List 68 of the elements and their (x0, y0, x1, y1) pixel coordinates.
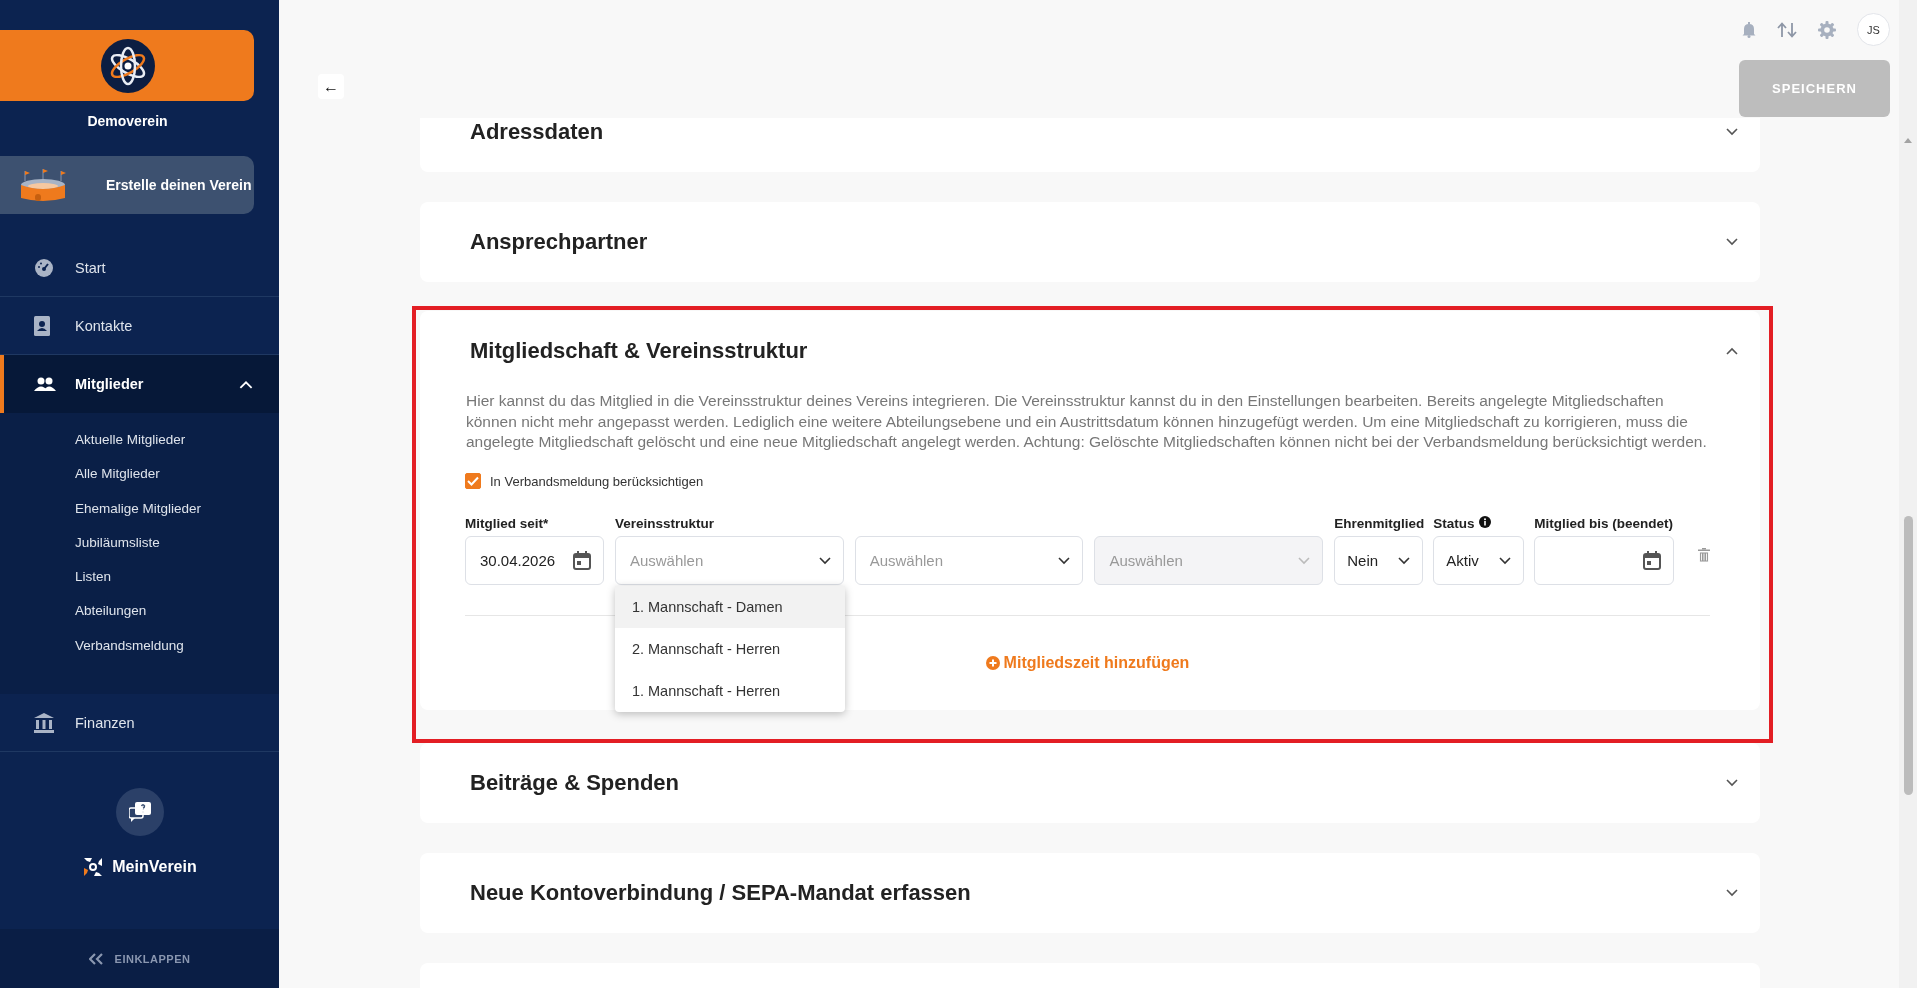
nav-item[interactable]: Start (0, 239, 279, 297)
date-field[interactable]: 30.04.2026 (465, 536, 604, 586)
nav-item[interactable]: Finanzen (0, 694, 279, 753)
chevron-icon (1726, 347, 1738, 355)
nav-subitem[interactable]: Jubiläumsliste (0, 525, 279, 561)
description-text: Hier kannst du das Mitglied in die Vereinsstruktur deines Vereins integrieren. Die Vereinsstruktur kannst du in den Einstellungen bearbeiten. Bereits angelegte Mitgliedschaften können nicht mehr angepasst werden. Lediglich eine weitere Abteilungsebene und ein Austrittsdatum können hinzugefügt werden. Um eine Mitgliedschaft zu korrigieren, muss die angelegte Mitgliedschaft gelöscht und eine neue Mitgliedschaft angelegt werden. Achtung: Gelöschte Mitgliedschaften können nicht bei der Verbandsmeldung berücksichtigt werden. (466, 391, 1708, 453)
brand-logo-icon (82, 856, 105, 879)
chevron-icon (1726, 128, 1738, 136)
nav-subitem[interactable]: Abteilungen (0, 594, 279, 629)
contact-card-icon (34, 315, 50, 336)
create-club-button[interactable]: Erstelle deinen Verein (0, 156, 254, 214)
section-title[interactable]: Beiträge & Spenden (470, 770, 680, 797)
section-title[interactable]: Mitgliedschaft & Vereinsstruktur (470, 338, 808, 364)
stadium-icon (20, 167, 66, 203)
select-field[interactable]: Nein (1334, 536, 1424, 586)
field-label: Mitglied bis (beendet) (1534, 516, 1673, 532)
section-title[interactable]: Neue Kontoverbindung / SEPA-Mandat erfassen (470, 880, 971, 907)
chevron-icon (1058, 556, 1071, 565)
chevron-icon (1499, 556, 1512, 565)
gauge-icon (34, 257, 54, 278)
select-field[interactable]: Aktiv (1433, 536, 1525, 586)
chevron-icon (239, 379, 253, 389)
double-chevron-icon (88, 952, 103, 965)
chevron-icon (818, 556, 831, 565)
people-icon (34, 377, 56, 391)
sort-arrows-icon[interactable] (1777, 21, 1797, 38)
field-label: Vereinsstruktur (614, 516, 714, 532)
dropdown-option[interactable]: 1. Mannschaft - Damen (614, 586, 845, 629)
chevron-icon (1398, 556, 1411, 565)
nav-subitem[interactable]: Alle Mitglieder (0, 457, 279, 492)
scroll-up-icon[interactable] (1904, 138, 1912, 143)
nav-item[interactable]: Mitglieder (0, 355, 279, 413)
dropdown-option[interactable]: 2. Mannschaft - Herren (614, 628, 845, 671)
collapse-button[interactable]: EINKLAPPEN (0, 929, 279, 988)
nav-subitem[interactable]: Ehemalige Mitglieder (0, 491, 279, 526)
checkbox[interactable] (465, 473, 481, 490)
chat-question-icon (128, 802, 151, 823)
user-avatar[interactable]: JS (1857, 13, 1890, 46)
calendar-icon[interactable] (1643, 551, 1661, 571)
nav-subitem[interactable]: Verbandsmeldung (0, 628, 279, 664)
chevron-icon (1298, 556, 1311, 565)
chevron-icon (1726, 238, 1738, 246)
chevron-icon (1726, 779, 1738, 788)
nav-subitem[interactable]: Aktuelle Mitglieder (0, 423, 279, 458)
bank-icon (34, 712, 54, 733)
nav-subitem[interactable]: Listen (0, 560, 279, 595)
field-label: Ehrenmitglied (1334, 516, 1425, 532)
scrollbar[interactable] (1899, 0, 1917, 988)
club-name: Demoverein (87, 113, 168, 129)
info-icon[interactable] (1479, 516, 1492, 529)
bell-icon[interactable] (1742, 21, 1756, 38)
trash-icon[interactable] (1698, 548, 1710, 563)
scroll-thumb[interactable] (1904, 516, 1913, 795)
field-label: Status (1433, 516, 1475, 532)
club-logo-banner[interactable] (0, 30, 254, 101)
plus-circle-icon (985, 656, 1000, 671)
section-title[interactable]: Ansprechpartner (470, 229, 648, 255)
chevron-icon (1726, 889, 1738, 898)
back-button[interactable]: ← (318, 74, 344, 99)
section-title[interactable]: Adressdaten (470, 119, 604, 145)
atom-logo-icon (100, 37, 156, 94)
field-label: Mitglied seit* (465, 516, 549, 532)
brand-name: MeinVerein (112, 858, 197, 877)
checkbox-label: In Verbandsmeldung berücksichtigen (490, 473, 704, 489)
calendar-icon[interactable] (572, 551, 591, 571)
date-field[interactable] (1534, 536, 1674, 586)
settings-icon[interactable] (1818, 20, 1836, 39)
dropdown-option[interactable]: 1. Mannschaft - Herren (614, 670, 845, 713)
